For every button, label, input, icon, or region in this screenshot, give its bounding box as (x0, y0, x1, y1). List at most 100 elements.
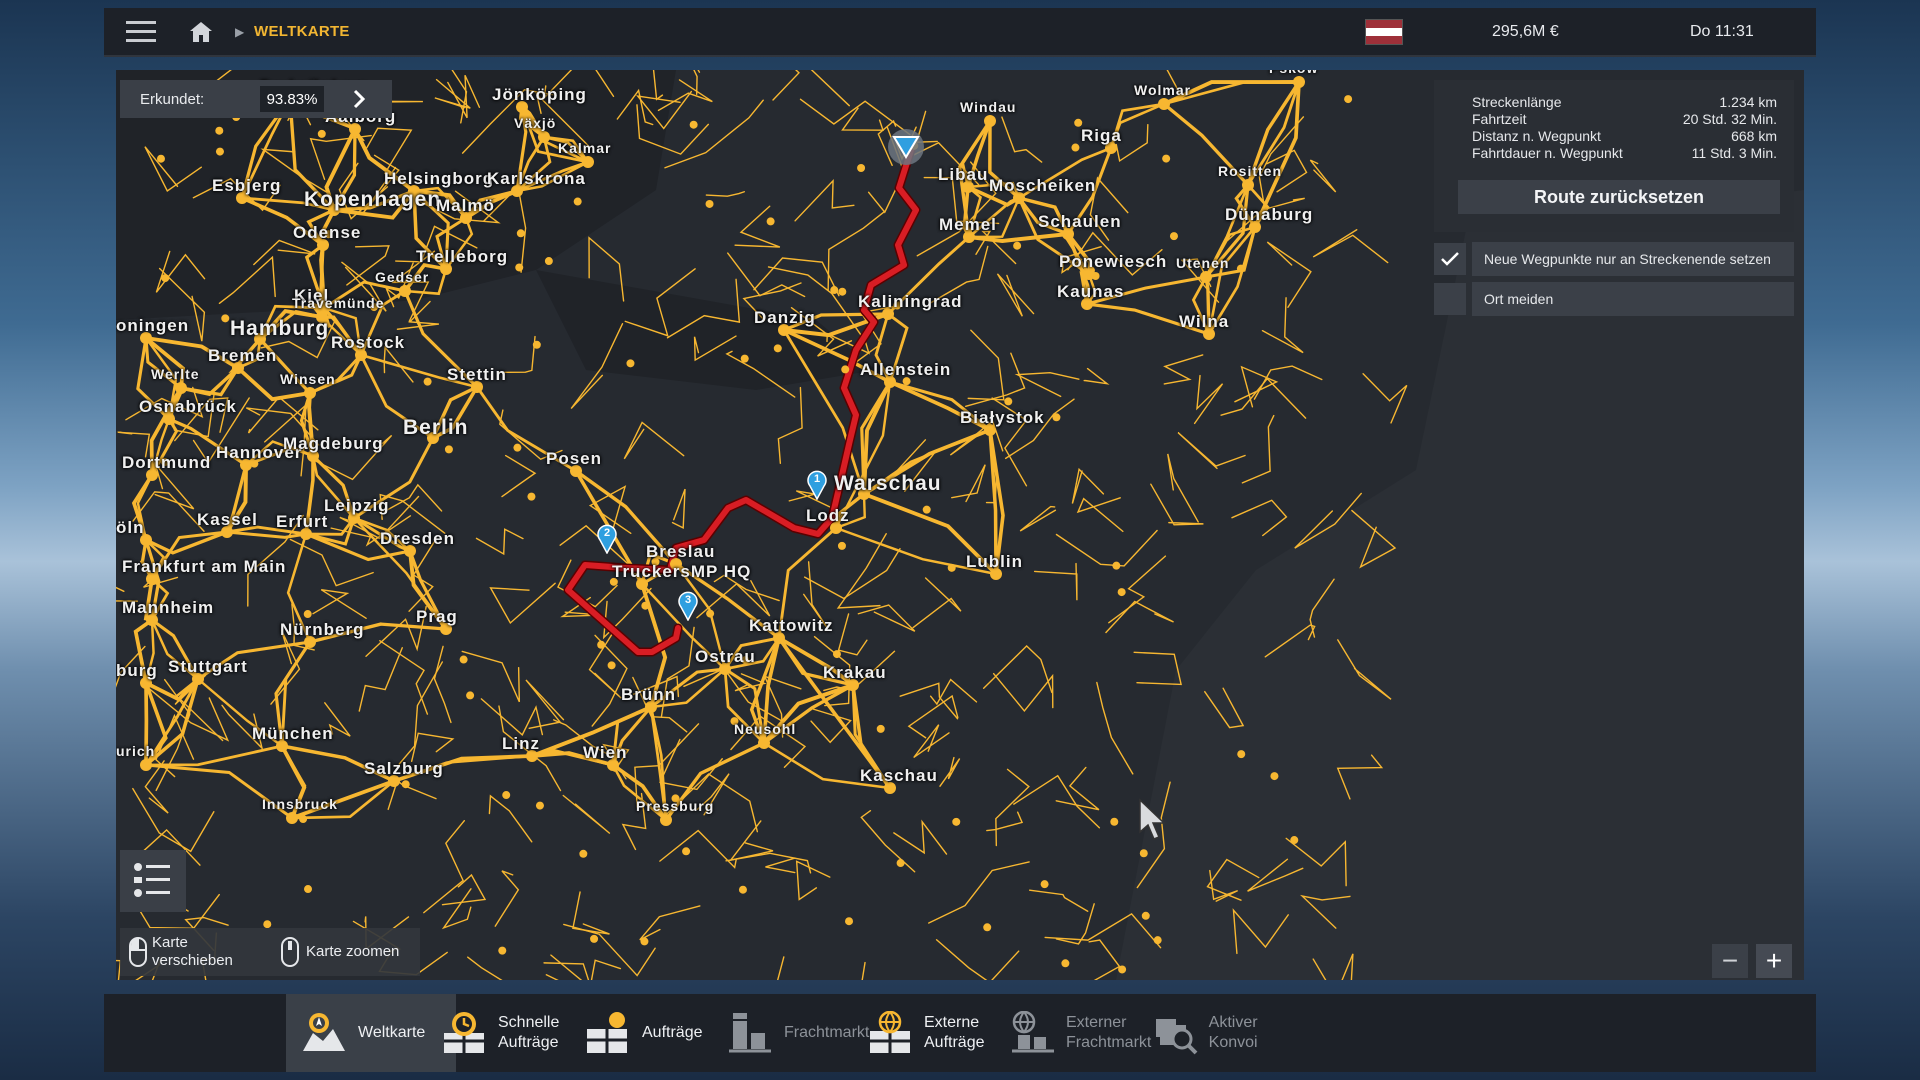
reset-route-button[interactable]: Route zurücksetzen (1458, 180, 1780, 214)
move-map-hint: Karte verschieben (152, 934, 233, 969)
chevron-right-icon[interactable] (346, 86, 372, 112)
option-label: Ort meiden (1472, 282, 1794, 316)
city-label: Kattowitz (749, 616, 834, 635)
bottom-navigation: Weltkarte Schnelle Aufträge Aufträge Fracht… (104, 994, 1816, 1072)
city-label: Riga (1081, 126, 1122, 145)
city-label: Allenstein (860, 360, 952, 379)
option-waypoints-end[interactable]: Neue Wegpunkte nur an Streckenende setze… (1434, 242, 1794, 276)
explored-panel: Erkundet: 93.83% (120, 80, 392, 118)
city-label: Pskow (1269, 70, 1318, 76)
option-avoid-place[interactable]: Ort meiden (1434, 282, 1794, 316)
city-label: Białystok (960, 408, 1045, 427)
city-label: Dresden (380, 529, 456, 548)
city-label: Memel (939, 215, 997, 234)
city-label: burg (116, 661, 158, 680)
city-label: Werlte (151, 366, 200, 382)
route-row-value: 1.234 km (1719, 94, 1777, 110)
explored-label: Erkundet: (140, 90, 205, 108)
menu-button[interactable] (126, 8, 158, 55)
city-label: Nürnberg (280, 620, 365, 639)
app-frame: ▶ WELTKARTE 295,6M € Do 11:31 Frederiksh… (104, 8, 1816, 1072)
city-label: Magdeburg (283, 434, 384, 453)
waypoint-number: 2 (603, 527, 611, 539)
city-label: Malmö (436, 196, 495, 215)
route-row-value: 11 Std. 3 Min. (1691, 145, 1777, 161)
city-label: Rostock (331, 333, 406, 352)
city-label: Moscheiken (989, 176, 1097, 195)
world-map-icon (300, 1009, 348, 1057)
zoom-out-button[interactable]: − (1712, 944, 1748, 978)
city-label: Karlskrona (487, 169, 586, 188)
city-label: Kaschau (860, 766, 938, 785)
checkmark-icon (1441, 252, 1459, 266)
city-label: Odense (293, 223, 362, 242)
city-label: Prag (416, 607, 458, 626)
city-label: Brünn (621, 685, 677, 704)
nav-convoy[interactable]: Aktiver Konvoi (1138, 994, 1308, 1072)
city-label: Jönköping (492, 85, 587, 104)
city-label: Mannheim (122, 598, 215, 617)
city-label: Libau (938, 165, 989, 184)
home-button[interactable] (188, 8, 218, 55)
city-label: Krakau (823, 663, 887, 682)
breadcrumb[interactable]: WELTKARTE (254, 8, 350, 55)
city-label: Hamburg (230, 317, 330, 340)
game-clock: Do 11:31 (1690, 22, 1754, 40)
city-label: urich (116, 743, 156, 759)
nav-label: Weltkarte (358, 1024, 426, 1041)
city-label: Utenen (1176, 255, 1230, 271)
city-label: Windau (960, 99, 1017, 115)
waypoint-pin[interactable]: 1 (807, 470, 827, 501)
city-label: Kassel (197, 510, 258, 529)
city-label: Posen (546, 449, 603, 468)
waypoint-pin[interactable]: 2 (597, 524, 617, 555)
city-label: Innsbruck (262, 796, 338, 812)
quick-jobs-icon (442, 1009, 488, 1057)
city-label: Travemünde (292, 295, 385, 311)
city-label: Schaulen (1038, 212, 1122, 231)
city-label: Kalmar (558, 140, 612, 156)
city-label: Pressburg (636, 798, 715, 814)
city-label: Kopenhagen (304, 188, 442, 211)
route-row-label: Fahrtdauer n. Wegpunkt (1472, 145, 1623, 161)
world-map[interactable]: FrederikshavnJönköpingAalborgVäxjöKalmar… (116, 70, 1804, 980)
route-row-time: Fahrtzeit 20 Std. 32 Min. (1472, 111, 1777, 127)
country-flag-icon (1366, 8, 1402, 55)
city-label: Helsingborg (384, 169, 495, 188)
city-label: München (252, 724, 334, 743)
city-label: Ostrau (695, 647, 756, 666)
city-label: Wien (583, 743, 628, 762)
city-label: Lodz (806, 506, 850, 525)
home-icon (190, 21, 212, 42)
city-label: Danzig (754, 308, 816, 327)
waypoint-number: 3 (684, 594, 692, 606)
city-label: Bremen (208, 346, 278, 365)
city-label: Breslau (646, 542, 716, 561)
convoy-icon (1152, 1009, 1199, 1057)
route-row-label: Fahrtzeit (1472, 111, 1527, 127)
city-label: Salzburg (364, 759, 444, 778)
city-label: Trelleborg (416, 247, 509, 266)
city-label: öln (116, 518, 145, 537)
nav-label: Aufträge (642, 1024, 703, 1041)
city-label: TruckersMP HQ (612, 562, 752, 581)
route-row-label: Streckenlänge (1472, 94, 1562, 110)
city-label: Gedser (375, 269, 430, 285)
city-label: Berlin (403, 416, 469, 439)
city-label: Wolmar (1134, 82, 1192, 98)
checkbox-unchecked[interactable] (1434, 283, 1466, 315)
waypoint-pin[interactable]: 3 (678, 591, 698, 622)
jobs-icon (584, 1009, 632, 1057)
city-label: Dünaburg (1225, 205, 1314, 224)
option-label: Neue Wegpunkte nur an Streckenende setze… (1472, 242, 1794, 276)
city-label: Esbjerg (212, 176, 282, 195)
checkbox-checked[interactable] (1434, 243, 1466, 275)
city-label: Linz (502, 734, 540, 753)
city-label: Neusohl (734, 721, 797, 737)
city-label: Winsen (280, 371, 336, 387)
city-label: Frankfurt am Main (122, 557, 287, 576)
city-label: Rositten (1218, 163, 1282, 179)
zoom-in-button[interactable]: + (1756, 944, 1792, 978)
city-label: Warschau (834, 472, 942, 495)
map-legend-button[interactable] (120, 850, 186, 912)
